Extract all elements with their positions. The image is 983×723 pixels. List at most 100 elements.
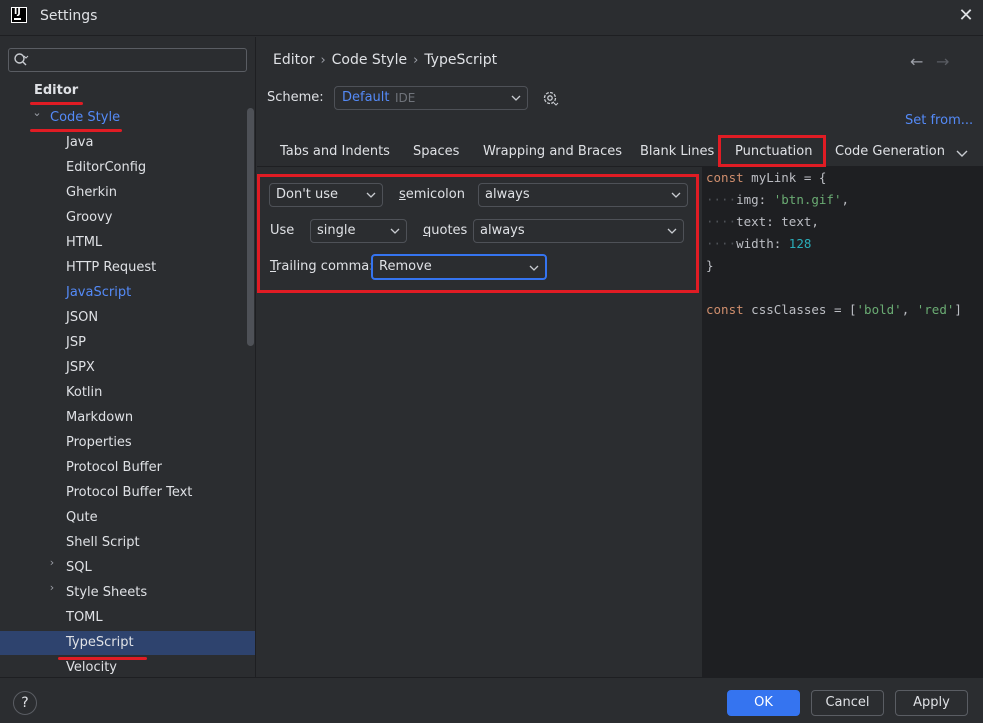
- sidebar-item-json[interactable]: JSON: [66, 306, 98, 330]
- chevron-right-icon[interactable]: ›: [46, 556, 58, 580]
- sidebar-item-toml[interactable]: TOML: [66, 606, 103, 630]
- app-logo-icon: IJ: [11, 7, 27, 23]
- sidebar-item-java[interactable]: Java: [66, 131, 93, 155]
- highlight-underline: [30, 102, 83, 105]
- code-text: cssClasses = [: [743, 302, 857, 317]
- breadcrumb-separator: ›: [413, 53, 419, 68]
- code-line: ····img: 'btn.gif',: [706, 189, 849, 211]
- scheme-label: Scheme:: [267, 90, 324, 105]
- number-literal: 128: [788, 236, 812, 251]
- back-arrow-icon[interactable]: ←: [910, 52, 930, 71]
- mnemonic-letter: s: [399, 187, 406, 202]
- forward-arrow-icon[interactable]: →: [936, 52, 956, 71]
- title-bar: [0, 0, 983, 36]
- code-text: img:: [736, 192, 774, 207]
- sidebar-item-jsp[interactable]: JSP: [66, 331, 86, 355]
- quotes-type-dropdown[interactable]: single: [310, 219, 407, 243]
- sidebar-item-protocol-buffer-text[interactable]: Protocol Buffer Text: [66, 481, 192, 505]
- string-literal: 'red': [916, 302, 955, 317]
- breadcrumb-item: Code Style: [331, 52, 408, 68]
- code-text: text: text,: [736, 214, 819, 229]
- scheme-dropdown[interactable]: Default IDE: [334, 86, 528, 110]
- trailing-comma-dropdown[interactable]: Remove: [371, 254, 547, 280]
- quotes-label: quotes: [423, 223, 467, 238]
- tab-code-generation[interactable]: Code Generation: [835, 138, 945, 166]
- sidebar-item-gherkin[interactable]: Gherkin: [66, 181, 117, 205]
- ok-button[interactable]: OK: [727, 690, 800, 716]
- search-input[interactable]: [33, 51, 243, 69]
- string-literal: 'btn.gif': [773, 192, 842, 207]
- search-icon: [14, 53, 29, 66]
- breadcrumb-item: Editor: [273, 52, 315, 68]
- chevron-down-icon[interactable]: [955, 146, 969, 160]
- settings-sidebar: Editor ⌄ Code Style Java EditorConfig Gh…: [0, 37, 256, 677]
- tab-blank-lines[interactable]: Blank Lines: [640, 138, 714, 166]
- sidebar-item-velocity[interactable]: Velocity: [66, 656, 117, 677]
- sidebar-item-qute[interactable]: Qute: [66, 506, 98, 530]
- sidebar-item-markdown[interactable]: Markdown: [66, 406, 133, 430]
- quotes-mode-label: Use: [270, 223, 295, 238]
- sidebar-item-properties[interactable]: Properties: [66, 431, 132, 455]
- keyword: const: [706, 302, 744, 317]
- window-title: Settings: [40, 8, 98, 24]
- label-text: railing comma:: [276, 259, 374, 274]
- whitespace-marker: ····: [706, 192, 737, 207]
- scheme-name: Default: [342, 90, 390, 105]
- code-text: ,: [901, 302, 917, 317]
- semicolon-when-value: always: [485, 187, 530, 202]
- sidebar-item-javascript[interactable]: JavaScript: [66, 281, 131, 305]
- code-line: const myLink = {: [706, 167, 826, 189]
- code-line: ····text: text,: [706, 211, 819, 233]
- code-text: }: [706, 258, 714, 273]
- code-text: width:: [736, 236, 789, 251]
- code-line: const cssClasses = ['bold', 'red']: [706, 299, 962, 321]
- sidebar-item-http-request[interactable]: HTTP Request: [66, 256, 156, 280]
- keyword: const: [706, 170, 744, 185]
- chevron-down-icon: [366, 192, 376, 198]
- cancel-button[interactable]: Cancel: [811, 690, 884, 716]
- sidebar-item-shell-script[interactable]: Shell Script: [66, 531, 140, 555]
- highlight-box: [718, 135, 826, 167]
- apply-button[interactable]: Apply: [895, 690, 968, 716]
- chevron-down-icon: [667, 228, 677, 234]
- label-text: uotes: [431, 223, 468, 238]
- sidebar-item-sql[interactable]: SQL: [66, 556, 92, 580]
- sidebar-item-kotlin[interactable]: Kotlin: [66, 381, 102, 405]
- sidebar-item-code-style[interactable]: Code Style: [50, 106, 120, 130]
- sidebar-scrollbar[interactable]: [247, 108, 254, 346]
- sidebar-item-html[interactable]: HTML: [66, 231, 102, 255]
- quotes-when-dropdown[interactable]: always: [473, 219, 684, 243]
- sidebar-item-jspx[interactable]: JSPX: [66, 356, 95, 380]
- set-from-link[interactable]: Set from...: [905, 113, 973, 128]
- sidebar-item-editor[interactable]: Editor: [34, 79, 78, 103]
- tab-spaces[interactable]: Spaces: [413, 138, 459, 166]
- string-literal: 'bold': [856, 302, 902, 317]
- code-preview: const myLink = { ····img: 'btn.gif', ···…: [702, 167, 983, 677]
- close-window-icon[interactable]: ✕: [956, 6, 976, 26]
- chevron-right-icon[interactable]: ›: [46, 581, 58, 605]
- code-text: ]: [954, 302, 962, 317]
- sidebar-item-groovy[interactable]: Groovy: [66, 206, 112, 230]
- sidebar-item-style-sheets[interactable]: Style Sheets: [66, 581, 147, 605]
- chevron-down-icon: [511, 95, 521, 101]
- label-text: emicolon: [405, 187, 465, 202]
- tab-tabs-and-indents[interactable]: Tabs and Indents: [280, 138, 390, 166]
- search-box[interactable]: [8, 48, 247, 72]
- semicolon-label: semicolon: [399, 187, 465, 202]
- semicolon-when-dropdown[interactable]: always: [478, 183, 688, 207]
- semicolon-mode-dropdown[interactable]: Don't use: [269, 183, 383, 207]
- breadcrumb-item: TypeScript: [424, 52, 498, 68]
- chevron-down-icon[interactable]: ⌄: [31, 106, 43, 130]
- help-button[interactable]: ?: [13, 691, 37, 715]
- sidebar-item-typescript[interactable]: TypeScript: [0, 631, 255, 655]
- code-text: myLink = {: [743, 170, 827, 185]
- scheme-kind: IDE: [395, 91, 416, 105]
- chevron-down-icon: [390, 228, 400, 234]
- code-line: ····width: 128: [706, 233, 811, 255]
- sidebar-item-protocol-buffer[interactable]: Protocol Buffer: [66, 456, 162, 480]
- gear-icon[interactable]: [541, 89, 559, 107]
- sidebar-item-editorconfig[interactable]: EditorConfig: [66, 156, 146, 180]
- whitespace-marker: ····: [706, 236, 737, 251]
- tab-wrapping-and-braces[interactable]: Wrapping and Braces: [483, 138, 622, 166]
- tab-bar: Tabs and Indents Spaces Wrapping and Bra…: [257, 138, 983, 167]
